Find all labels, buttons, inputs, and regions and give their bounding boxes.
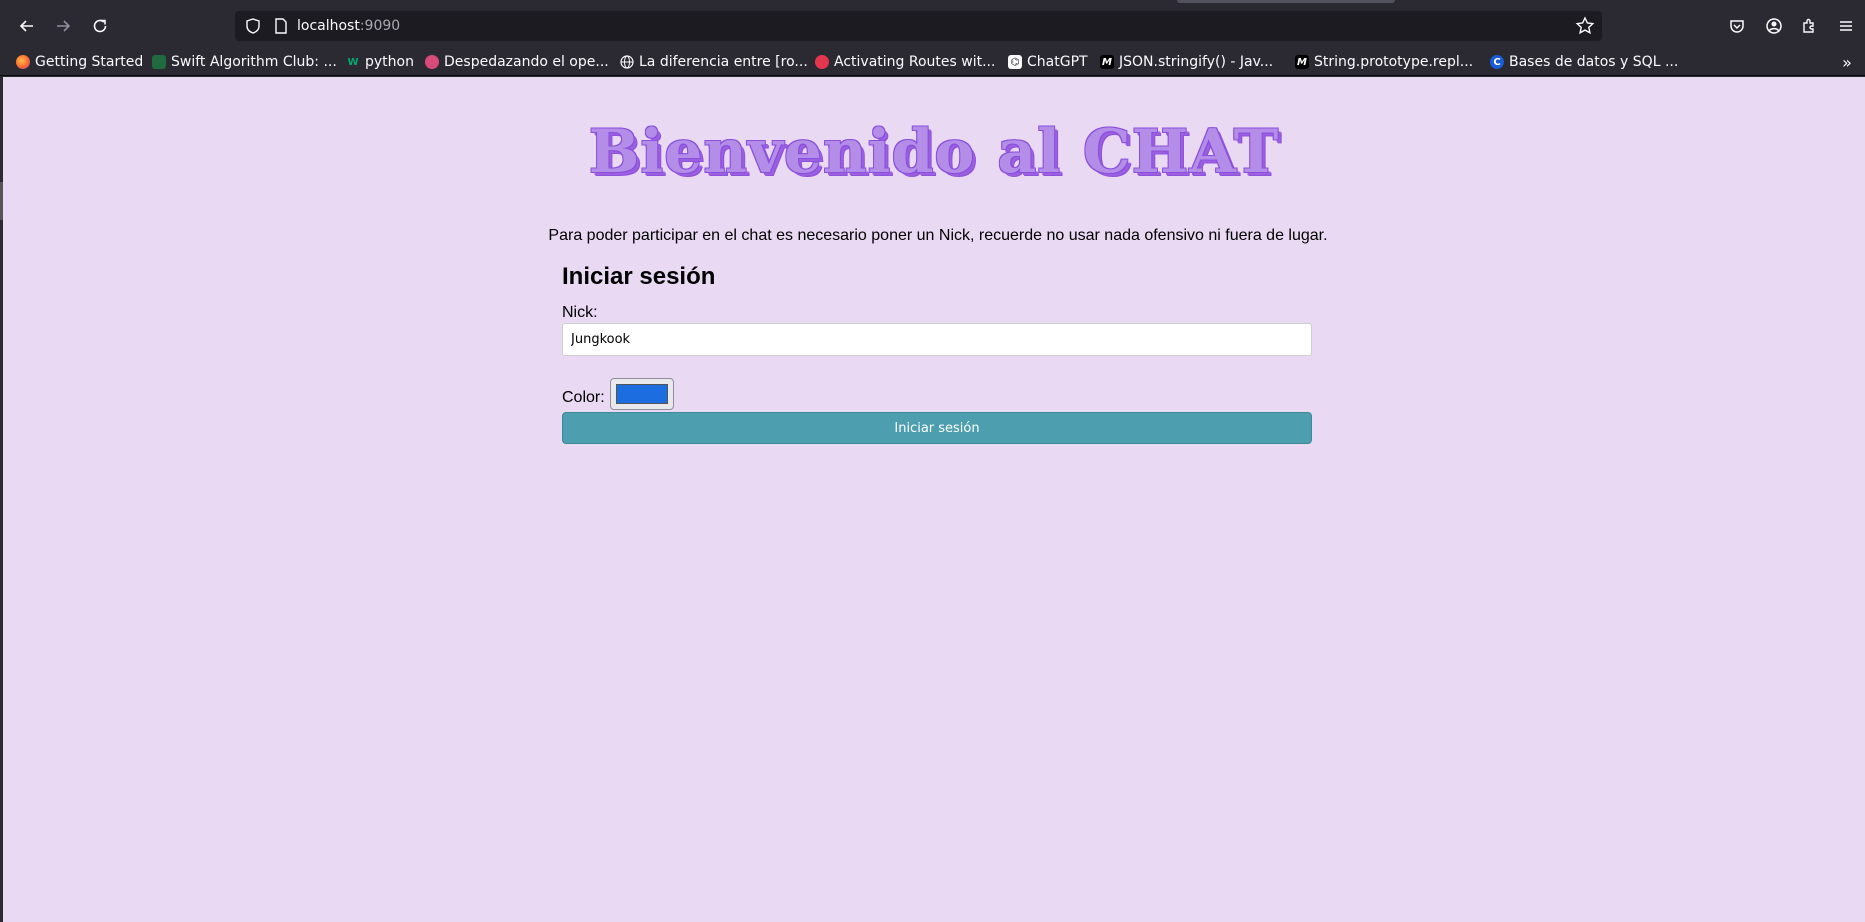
color-swatch [616,384,668,404]
bookmark-la-diferencia[interactable]: La diferencia entre [ro... [620,51,808,73]
nick-input[interactable] [562,323,1312,356]
bookmark-chatgpt[interactable]: ⌬ ChatGPT [1008,51,1088,73]
address-bar[interactable]: localhost:9090 [235,11,1602,41]
extensions-button[interactable] [1793,10,1825,42]
menu-icon [1840,21,1852,31]
back-icon [19,20,33,32]
login-heading: Iniciar sesión [562,263,716,290]
browser-toolbar: localhost:9090 [0,0,1865,52]
page-title: Bienvenido al CHAT [588,117,1280,187]
bookmarks-toolbar: Getting Started Swift Algorithm Club: ..… [0,48,1865,76]
bookmark-python[interactable]: W python [346,51,414,73]
color-picker[interactable] [610,378,674,410]
menu-button[interactable] [1830,10,1862,42]
forward-icon [57,20,71,32]
site-icon [815,55,829,69]
bookmark-star-icon[interactable] [1575,16,1595,36]
firefox-icon [16,55,30,69]
globe-icon [620,55,634,69]
bookmark-swift-algorithm-club[interactable]: Swift Algorithm Club: ... [152,51,337,73]
bookmarks-overflow-button[interactable]: » [1835,51,1859,73]
bookmark-label: Activating Routes wit... [834,54,996,70]
url-text[interactable]: localhost:9090 [297,17,400,35]
shield-icon[interactable] [244,17,262,35]
page-icon[interactable] [272,17,290,35]
account-icon [1766,18,1782,34]
pocket-icon [1730,20,1744,33]
bookmark-label: Bases de datos y SQL ... [1509,54,1679,70]
mdn-icon: M [1295,55,1309,69]
bookmark-string-replace[interactable]: M String.prototype.repl... [1295,51,1473,73]
back-button[interactable] [11,10,43,42]
bookmark-label: ChatGPT [1027,54,1088,70]
bookmark-label: JSON.stringify() - Jav... [1119,54,1274,70]
w3-icon: W [347,56,359,68]
bookmark-despedazando[interactable]: Despedazando el ope... [425,51,609,73]
pocket-button[interactable] [1721,10,1753,42]
page-viewport: Bienvenido al CHAT Para poder participar… [3,77,1865,922]
bookmark-getting-started[interactable]: Getting Started [16,51,143,73]
github-icon [152,55,166,69]
bookmark-activating-routes[interactable]: Activating Routes wit... [815,51,995,73]
nick-label: Nick: [562,304,598,321]
bookmark-label: La diferencia entre [ro... [639,54,808,70]
account-button[interactable] [1758,10,1790,42]
extensions-icon [1803,18,1814,33]
reload-button[interactable] [84,10,116,42]
bookmark-bases-de-datos[interactable]: C Bases de datos y SQL ... [1490,51,1678,73]
url-host: localhost [297,18,360,34]
color-label: Color: [562,389,605,406]
bookmark-json-stringify[interactable]: M JSON.stringify() - Jav... [1100,51,1273,73]
site-icon [425,55,439,69]
intro-text: Para poder participar en el chat es nece… [548,227,1328,244]
bookmark-label: Swift Algorithm Club: ... [171,54,337,70]
bookmark-label: Getting Started [35,54,144,70]
bookmark-label: Despedazando el ope... [444,54,609,70]
bookmark-label: python [365,54,414,70]
tab-strip-edge [1177,0,1395,3]
mdn-icon: M [1100,55,1114,69]
bookmark-label: String.prototype.repl... [1314,54,1474,70]
reload-icon [93,19,107,33]
forward-button[interactable] [47,10,79,42]
login-form: Iniciar sesión Nick: Color: Iniciar sesi… [562,262,1312,444]
url-port: :9090 [359,18,401,34]
c-icon: C [1490,55,1504,69]
chatgpt-icon: ⌬ [1008,55,1022,69]
login-button[interactable]: Iniciar sesión [562,412,1312,444]
